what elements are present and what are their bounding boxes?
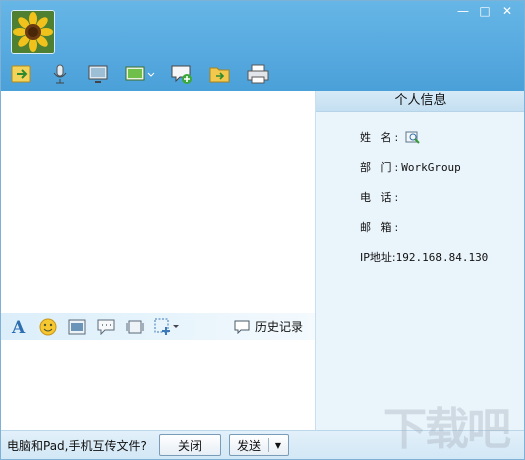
chat-window: — □ ✕ A 历史记录 个人信息 姓 名: 部 门: WorkGroup 电 … (0, 0, 525, 460)
name-label: 姓 名: (360, 131, 402, 144)
message-icon[interactable] (95, 317, 117, 337)
header: — □ ✕ (1, 1, 524, 91)
shared-folder-icon[interactable] (207, 62, 233, 86)
dept-row: 部 门: WorkGroup (360, 159, 461, 175)
send-options-chevron-icon[interactable]: ▼ (269, 441, 287, 450)
window-controls: — □ ✕ (452, 2, 518, 20)
video-icon[interactable] (124, 317, 146, 337)
phone-row: 电 话: (360, 189, 401, 205)
email-row: 邮 箱: (360, 219, 401, 235)
message-input[interactable] (1, 340, 315, 430)
close-window-button[interactable]: ✕ (496, 2, 518, 19)
message-history-area[interactable] (1, 91, 315, 313)
ip-value: 192.168.84.130 (395, 250, 489, 264)
maximize-button[interactable]: □ (474, 2, 496, 19)
printer-icon[interactable] (245, 62, 271, 86)
dept-value: WorkGroup (401, 160, 461, 174)
remote-desktop-icon[interactable] (123, 62, 157, 86)
main-toolbar (9, 61, 283, 87)
name-row: 姓 名: (360, 129, 421, 145)
avatar[interactable] (11, 10, 55, 54)
emoji-icon[interactable] (37, 317, 59, 337)
history-label: 历史记录 (254, 320, 303, 334)
close-button[interactable]: 关闭 (159, 434, 221, 456)
phone-label: 电 话: (360, 191, 402, 204)
sunflower-icon (12, 11, 54, 53)
ip-row: IP地址: 192.168.84.130 (360, 249, 488, 265)
monitor-icon[interactable] (85, 62, 111, 86)
info-title: 个人信息 (316, 91, 524, 112)
edit-name-icon[interactable] (405, 130, 421, 144)
send-file-icon[interactable] (9, 62, 35, 86)
history-icon (234, 320, 250, 334)
select-add-icon[interactable] (153, 317, 181, 337)
minimize-button[interactable]: — (452, 2, 474, 19)
voice-icon[interactable] (47, 62, 73, 86)
svg-text:A: A (11, 318, 26, 336)
info-panel: 个人信息 姓 名: 部 门: WorkGroup 电 话: 邮 箱: IP地址:… (315, 91, 524, 430)
send-label: 发送 (236, 438, 261, 453)
watermark-logo: 下载吧 (383, 404, 511, 455)
font-icon[interactable]: A (8, 317, 30, 337)
ip-label: IP地址: (360, 251, 396, 264)
screenshot-icon[interactable] (66, 317, 88, 337)
dept-label: 部 门: (360, 161, 402, 174)
history-button[interactable]: 历史记录 (234, 318, 303, 335)
email-label: 邮 箱: (360, 221, 402, 234)
chat-add-icon[interactable] (169, 62, 195, 86)
input-toolbar: A 历史记录 (1, 313, 315, 340)
file-transfer-prompt-link[interactable]: 电脑和Pad,手机互传文件? (7, 437, 147, 454)
send-button[interactable]: 发送 ▼ (229, 434, 289, 456)
